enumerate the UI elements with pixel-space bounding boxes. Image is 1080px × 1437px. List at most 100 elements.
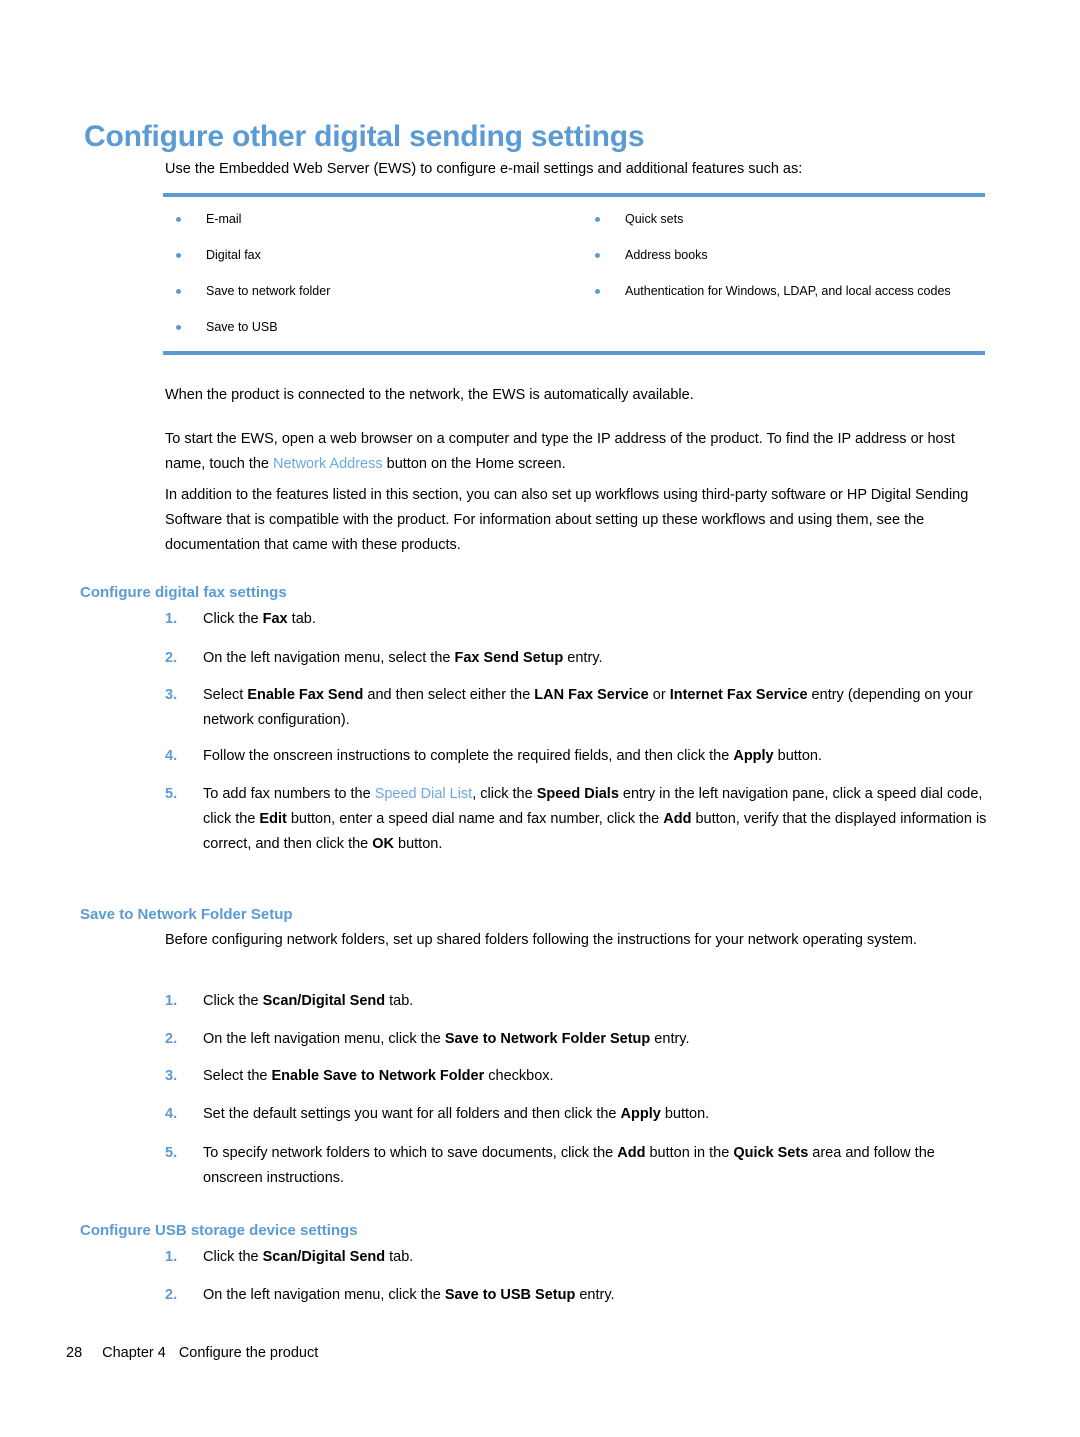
text-run: Select: [203, 687, 248, 703]
step-number: 3.: [165, 1068, 178, 1084]
feature-table-left-column: E-mail Digital fax Save to network folde…: [163, 211, 574, 340]
feature-label: Quick sets: [625, 212, 684, 226]
step-item: 1. Click the Fax tab.: [165, 607, 993, 632]
list-item: Save to USB: [163, 319, 574, 336]
section-heading-network-folder: Save to Network Folder Setup: [80, 906, 293, 924]
text-run: or: [648, 687, 670, 703]
list-item: Authentication for Windows, LDAP, and lo…: [582, 283, 985, 300]
step-item: 5. To add fax numbers to the Speed Dial …: [165, 782, 993, 857]
step-item: 1. Click the Scan/Digital Send tab.: [165, 989, 993, 1014]
step-item: 2. On the left navigation menu, click th…: [165, 1283, 993, 1308]
step-item: 4. Follow the onscreen instructions to c…: [165, 744, 993, 769]
feature-label: Authentication for Windows, LDAP, and lo…: [625, 284, 951, 298]
emphasized-term: Save to Network Folder Setup: [444, 1031, 651, 1047]
feature-table: E-mail Digital fax Save to network folde…: [163, 193, 985, 355]
step-text: To add fax numbers to the Speed Dial Lis…: [203, 782, 993, 857]
step-item: 3. Select Enable Fax Send and then selec…: [165, 683, 993, 733]
text-run: and then select either the: [363, 687, 535, 703]
text-run: button in the: [645, 1145, 734, 1161]
text-run: button.: [660, 1106, 710, 1122]
emphasized-term: Quick Sets: [733, 1145, 809, 1161]
bullet-dot-icon: [176, 325, 181, 330]
text-run: button.: [394, 836, 443, 852]
step-item: 2. On the left navigation menu, click th…: [165, 1027, 993, 1052]
step-number: 5.: [165, 786, 178, 802]
step-text: On the left navigation menu, click the S…: [203, 1283, 993, 1308]
step-number: 4.: [165, 1106, 178, 1122]
step-item: 4. Set the default settings you want for…: [165, 1102, 993, 1127]
step-text: Select Enable Fax Send and then select e…: [203, 683, 993, 733]
step-number: 2.: [165, 1031, 178, 1047]
list-item: E-mail: [163, 211, 574, 228]
list-item: Digital fax: [163, 247, 574, 264]
step-number: 1.: [165, 1249, 178, 1265]
list-item: Address books: [582, 247, 985, 264]
text-run: button, enter a speed dial name and fax …: [286, 811, 664, 827]
feature-label: Save to USB: [206, 320, 278, 334]
emphasized-term: Enable Fax Send: [247, 687, 364, 703]
text-run: On the left navigation menu, click the: [203, 1287, 445, 1303]
emphasized-term: Add: [617, 1145, 646, 1161]
feature-label: Save to network folder: [206, 284, 331, 298]
section-heading-usb: Configure USB storage device settings: [80, 1222, 358, 1240]
emphasized-term: Fax Send Setup: [454, 650, 564, 666]
inline-link[interactable]: Speed Dial List: [375, 786, 473, 802]
text-run: Click the: [203, 993, 263, 1009]
bullet-dot-icon: [595, 217, 600, 222]
feature-table-right-column: Quick sets Address books Authentication …: [574, 211, 985, 340]
emphasized-term: Scan/Digital Send: [262, 993, 386, 1009]
step-text: Click the Fax tab.: [203, 607, 993, 632]
text-run: Click the: [203, 1249, 263, 1265]
section-heading-fax: Configure digital fax settings: [80, 584, 287, 602]
emphasized-term: Save to USB Setup: [444, 1287, 576, 1303]
page-title: Configure other digital sending settings: [84, 120, 645, 154]
footer-chapter-title: Configure the product: [178, 1345, 319, 1361]
text-run: Follow the onscreen instructions to comp…: [203, 748, 734, 764]
intro-paragraph: Use the Embedded Web Server (EWS) to con…: [165, 161, 803, 177]
text-run: entry.: [563, 650, 603, 666]
paragraph-text-after-link: button on the Home screen.: [382, 456, 566, 472]
table-bottom-rule: [163, 351, 985, 355]
feature-label: Address books: [625, 248, 708, 262]
footer-page-number: 28: [66, 1345, 83, 1361]
step-number: 2.: [165, 1287, 178, 1303]
step-text: Follow the onscreen instructions to comp…: [203, 744, 993, 769]
emphasized-term: Add: [663, 811, 692, 827]
bullet-dot-icon: [176, 217, 181, 222]
list-item: Quick sets: [582, 211, 985, 228]
page-footer: 28 Chapter 4 Configure the product: [66, 1345, 318, 1361]
step-item: 2. On the left navigation menu, select t…: [165, 646, 993, 671]
paragraph-network-folder-intro: Before configuring network folders, set …: [165, 932, 917, 948]
document-page: Configure other digital sending settings…: [0, 0, 1080, 1437]
text-run: Select the: [203, 1068, 272, 1084]
step-text: On the left navigation menu, select the …: [203, 646, 993, 671]
bullet-dot-icon: [176, 289, 181, 294]
step-item: 3. Select the Enable Save to Network Fol…: [165, 1064, 993, 1089]
paragraph-network-available: When the product is connected to the net…: [165, 387, 694, 403]
step-text: Set the default settings you want for al…: [203, 1102, 993, 1127]
step-text: Click the Scan/Digital Send tab.: [203, 989, 993, 1014]
emphasized-term: LAN Fax Service: [534, 687, 649, 703]
step-number: 5.: [165, 1145, 178, 1161]
emphasized-term: Scan/Digital Send: [262, 1249, 386, 1265]
step-item: 5. To specify network folders to which t…: [165, 1141, 993, 1191]
step-number: 1.: [165, 611, 178, 627]
step-text: Click the Scan/Digital Send tab.: [203, 1245, 993, 1270]
text-run: On the left navigation menu, click the: [203, 1031, 445, 1047]
text-run: tab.: [385, 1249, 414, 1265]
network-address-link[interactable]: Network Address: [273, 456, 383, 472]
step-number: 1.: [165, 993, 178, 1009]
list-item: Save to network folder: [163, 283, 574, 300]
text-run: Click the: [203, 611, 263, 627]
emphasized-term: Enable Save to Network Folder: [271, 1068, 485, 1084]
step-number: 3.: [165, 687, 178, 703]
footer-chapter: Chapter 4: [102, 1345, 166, 1361]
text-run: button.: [773, 748, 822, 764]
emphasized-term: Fax: [262, 611, 288, 627]
text-run: tab.: [385, 993, 414, 1009]
text-run: entry.: [650, 1031, 690, 1047]
text-run: , click the: [472, 786, 537, 802]
text-run: checkbox.: [484, 1068, 554, 1084]
step-text: On the left navigation menu, click the S…: [203, 1027, 993, 1052]
emphasized-term: Internet Fax Service: [669, 687, 808, 703]
